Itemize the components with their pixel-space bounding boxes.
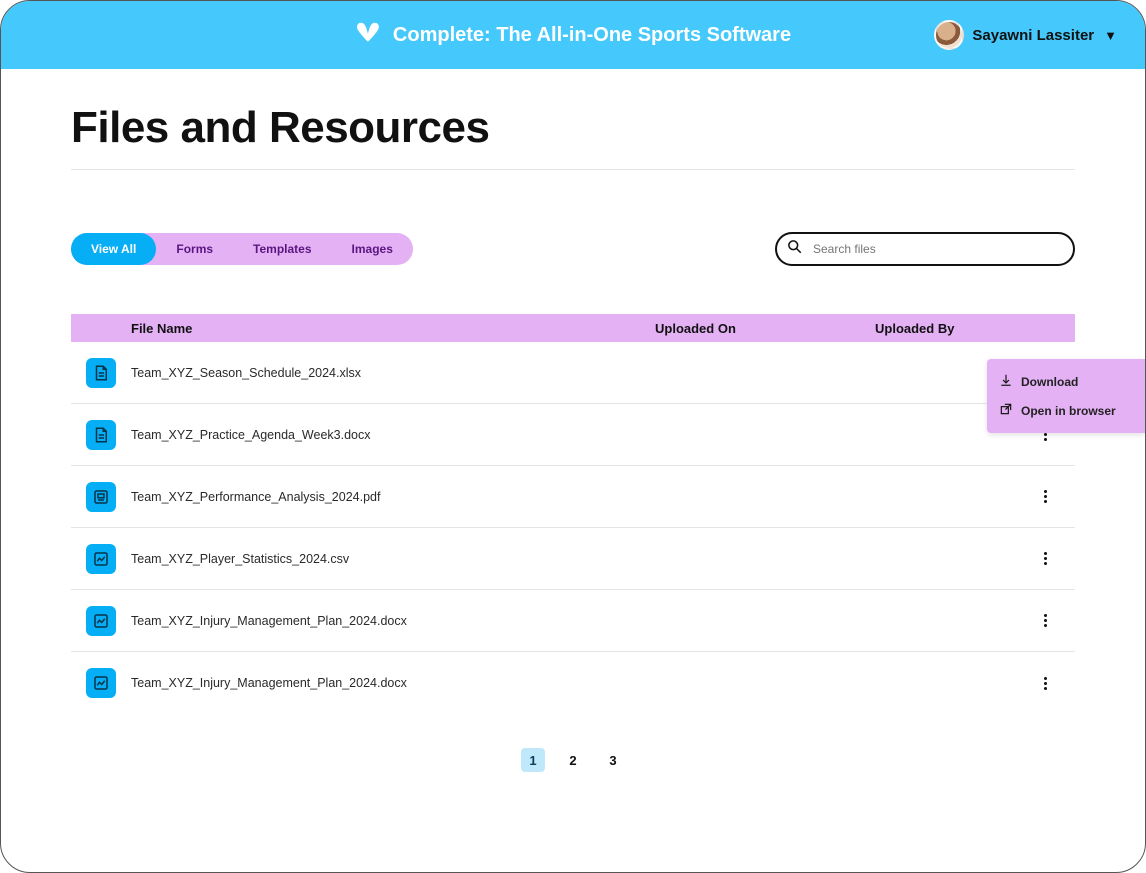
user-menu[interactable]: Sayawni Lassiter ▼ <box>934 20 1117 50</box>
table-row[interactable]: Team_XYZ_Performance_Analysis_2024.pdf <box>71 466 1075 528</box>
file-type-icon <box>86 358 116 388</box>
menu-download[interactable]: Download <box>997 367 1135 396</box>
menu-open-browser[interactable]: Open in browser <box>997 396 1135 425</box>
page-title: Files and Resources <box>71 103 1075 153</box>
col-uploaded-by: Uploaded By <box>875 321 1075 336</box>
file-name: Team_XYZ_Practice_Agenda_Week3.docx <box>131 428 1015 442</box>
file-name: Team_XYZ_Season_Schedule_2024.xlsx <box>131 366 1015 380</box>
menu-download-label: Download <box>1021 375 1078 389</box>
brand: Complete: The All-in-One Sports Software <box>355 22 791 48</box>
download-icon <box>999 373 1013 390</box>
tab-images[interactable]: Images <box>332 233 413 265</box>
avatar <box>934 20 964 50</box>
page-1[interactable]: 1 <box>521 748 545 772</box>
file-name: Team_XYZ_Injury_Management_Plan_2024.doc… <box>131 676 1015 690</box>
row-actions-button[interactable] <box>1038 546 1053 571</box>
search-wrap <box>775 232 1075 266</box>
menu-open-browser-label: Open in browser <box>1021 404 1116 418</box>
table-header: File Name Uploaded On Uploaded By <box>71 314 1075 342</box>
table-row[interactable]: Team_XYZ_Injury_Management_Plan_2024.doc… <box>71 590 1075 652</box>
file-name: Team_XYZ_Player_Statistics_2024.csv <box>131 552 1015 566</box>
tab-view-all[interactable]: View All <box>71 233 156 265</box>
file-type-icon <box>86 606 116 636</box>
table-row[interactable]: Team_XYZ_Season_Schedule_2024.xlsx <box>71 342 1075 404</box>
search-icon <box>787 239 802 259</box>
file-type-icon <box>86 420 116 450</box>
file-type-icon <box>86 544 116 574</box>
row-actions-button[interactable] <box>1038 608 1053 633</box>
main-content: Files and Resources View All Forms Templ… <box>1 69 1145 792</box>
file-name: Team_XYZ_Injury_Management_Plan_2024.doc… <box>131 614 1015 628</box>
divider <box>71 169 1075 170</box>
toolbar: View All Forms Templates Images <box>71 232 1075 266</box>
topbar: Complete: The All-in-One Sports Software… <box>1 1 1145 69</box>
row-actions-button[interactable] <box>1038 484 1053 509</box>
user-name: Sayawni Lassiter <box>972 27 1094 44</box>
tab-templates[interactable]: Templates <box>233 233 331 265</box>
page-3[interactable]: 3 <box>601 748 625 772</box>
filter-tabs: View All Forms Templates Images <box>71 233 413 265</box>
file-type-icon <box>86 482 116 512</box>
file-list: Team_XYZ_Season_Schedule_2024.xlsx Team_… <box>71 342 1075 714</box>
chevron-down-icon: ▼ <box>1104 28 1117 43</box>
app-title: Complete: The All-in-One Sports Software <box>393 24 791 47</box>
context-menu: Download Open in browser <box>987 359 1145 433</box>
col-uploaded-on: Uploaded On <box>655 321 875 336</box>
logo-icon <box>355 22 381 48</box>
file-name: Team_XYZ_Performance_Analysis_2024.pdf <box>131 490 1015 504</box>
table-row[interactable]: Team_XYZ_Injury_Management_Plan_2024.doc… <box>71 652 1075 714</box>
pagination: 1 2 3 <box>71 748 1075 772</box>
search-input[interactable] <box>775 232 1075 266</box>
col-file-name: File Name <box>131 321 655 336</box>
files-table: File Name Uploaded On Uploaded By Team_X… <box>71 314 1075 714</box>
row-actions-button[interactable] <box>1038 671 1053 696</box>
tab-forms[interactable]: Forms <box>156 233 233 265</box>
app-window: Complete: The All-in-One Sports Software… <box>0 0 1146 873</box>
page-2[interactable]: 2 <box>561 748 585 772</box>
file-type-icon <box>86 668 116 698</box>
table-row[interactable]: Team_XYZ_Player_Statistics_2024.csv <box>71 528 1075 590</box>
table-row[interactable]: Team_XYZ_Practice_Agenda_Week3.docx <box>71 404 1075 466</box>
external-icon <box>999 402 1013 419</box>
